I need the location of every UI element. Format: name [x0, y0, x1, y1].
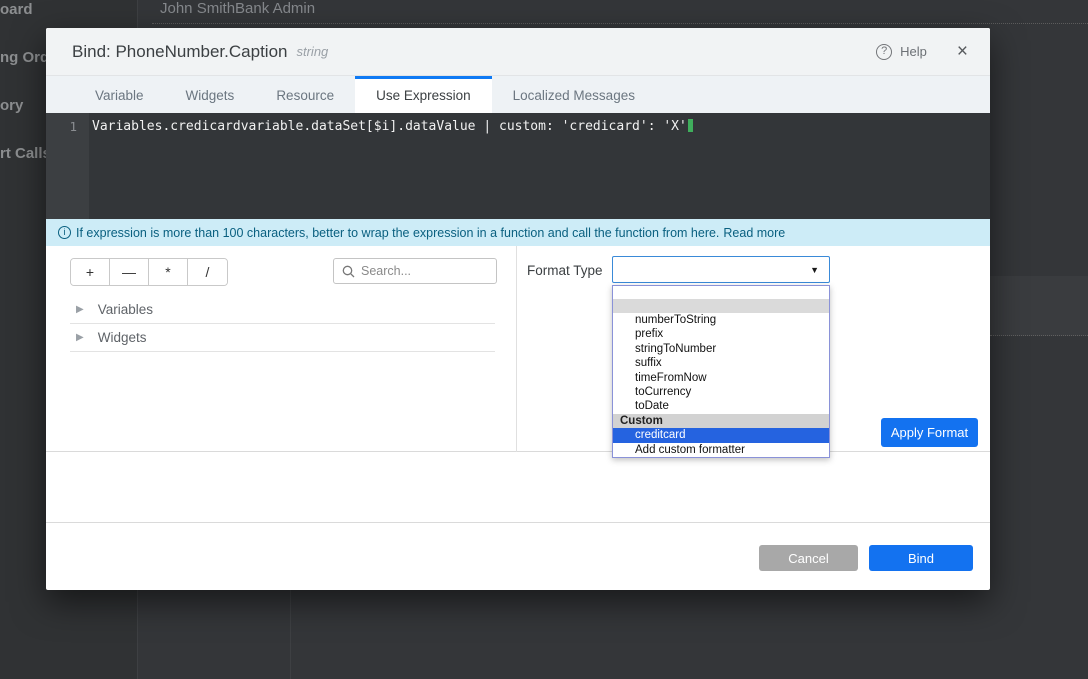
close-icon[interactable]: ×: [957, 42, 968, 61]
tree-item-label: Widgets: [98, 330, 147, 345]
info-icon: i: [58, 226, 71, 239]
expression-builder-panel: + — * / ▶ Variables ▶ Widgets: [46, 246, 990, 452]
background-right-panel: [990, 276, 1088, 336]
tab-resource[interactable]: Resource: [255, 76, 355, 113]
caret-right-icon[interactable]: ▶: [76, 332, 84, 343]
dropdown-option-empty[interactable]: [613, 299, 829, 313]
format-type-label: Format Type: [527, 263, 603, 278]
dropdown-option-prefix[interactable]: prefix: [613, 327, 829, 341]
apply-format-button[interactable]: Apply Format: [881, 418, 978, 447]
dropdown-option-numbertostring[interactable]: numberToString: [613, 313, 829, 327]
dialog-title-type: string: [296, 44, 328, 59]
search-box: [333, 258, 497, 284]
format-type-select[interactable]: ▼: [612, 256, 830, 283]
background-dotted-divider: [152, 23, 1088, 24]
dialog-header: Bind: PhoneNumber.Caption string ? Help …: [46, 28, 990, 76]
search-input[interactable]: [361, 264, 488, 278]
sidebar-item-support-calls[interactable]: rt Calls: [0, 145, 51, 162]
dropdown-option-blank[interactable]: [613, 286, 829, 299]
bind-button[interactable]: Bind: [869, 545, 973, 571]
expression-editor[interactable]: 1 Variables.credicardvariable.dataSet[$i…: [46, 113, 990, 219]
expression-code[interactable]: Variables.credicardvariable.dataSet[$i].…: [92, 119, 693, 134]
dropdown-option-timefromnow[interactable]: timeFromNow: [613, 371, 829, 385]
background-topbar-text: John SmithBank Admin: [160, 0, 315, 17]
binding-tree: ▶ Variables ▶ Widgets: [70, 296, 495, 352]
tree-item-label: Variables: [98, 302, 153, 317]
background-vertical-divider: [290, 590, 291, 679]
cancel-button[interactable]: Cancel: [759, 545, 858, 571]
read-more-link[interactable]: Read more: [723, 226, 785, 240]
dropdown-group-custom: Custom: [613, 414, 829, 428]
editor-cursor: [688, 119, 693, 132]
code-text: Variables.credicardvariable.dataSet[$i].…: [92, 119, 687, 134]
dropdown-option-stringtonumber[interactable]: stringToNumber: [613, 342, 829, 356]
dropdown-option-creditcard[interactable]: creditcard: [613, 428, 829, 442]
dialog-title: Bind: PhoneNumber.Caption: [72, 42, 287, 62]
bind-dialog: Bind: PhoneNumber.Caption string ? Help …: [46, 28, 990, 590]
dialog-footer: Cancel Bind: [46, 523, 990, 590]
tab-use-expression[interactable]: Use Expression: [355, 76, 492, 113]
sidebar-item-history[interactable]: ory: [0, 97, 23, 114]
dropdown-option-todate[interactable]: toDate: [613, 399, 829, 413]
dialog-empty-section: [46, 452, 990, 523]
panel-divider: [516, 246, 517, 452]
help-icon[interactable]: ?: [876, 44, 892, 60]
dialog-tabbar: Variable Widgets Resource Use Expression…: [46, 76, 990, 113]
info-text: If expression is more than 100 character…: [76, 226, 719, 240]
dropdown-option-tocurrency[interactable]: toCurrency: [613, 385, 829, 399]
info-bar: i If expression is more than 100 charact…: [46, 219, 990, 246]
line-number: 1: [69, 119, 77, 134]
help-button[interactable]: Help: [900, 44, 927, 59]
format-type-dropdown: numberToString prefix stringToNumber suf…: [612, 285, 830, 458]
divide-operator-button[interactable]: /: [188, 259, 227, 285]
tree-item-widgets[interactable]: ▶ Widgets: [70, 324, 495, 352]
dropdown-arrow-icon: ▼: [810, 265, 819, 275]
tree-item-variables[interactable]: ▶ Variables: [70, 296, 495, 324]
operator-button-group: + — * /: [70, 258, 228, 286]
tab-variable[interactable]: Variable: [74, 76, 165, 113]
minus-operator-button[interactable]: —: [110, 259, 149, 285]
tab-widgets[interactable]: Widgets: [165, 76, 256, 113]
multiply-operator-button[interactable]: *: [149, 259, 188, 285]
dropdown-option-suffix[interactable]: suffix: [613, 356, 829, 370]
search-icon: [342, 265, 355, 278]
sidebar-item-dashboard[interactable]: oard: [0, 1, 33, 18]
dropdown-option-add-custom-formatter[interactable]: Add custom formatter: [613, 443, 829, 457]
plus-operator-button[interactable]: +: [71, 259, 110, 285]
caret-right-icon[interactable]: ▶: [76, 304, 84, 315]
screen: oard ng Order ory rt Calls John SmithBan…: [0, 0, 1088, 679]
editor-gutter: 1: [46, 113, 89, 219]
tab-localized-messages[interactable]: Localized Messages: [492, 76, 656, 113]
